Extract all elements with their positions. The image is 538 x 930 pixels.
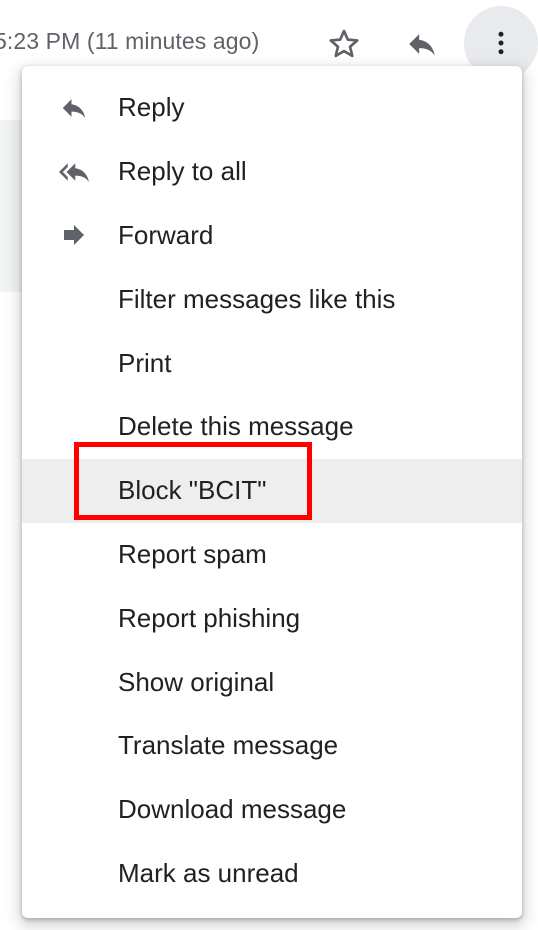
menu-item-reply[interactable]: Reply <box>22 76 522 140</box>
menu-item-download[interactable]: Download message <box>22 778 522 842</box>
menu-item-filter-messages[interactable]: Filter messages like this <box>22 267 522 331</box>
menu-item-label: Report phishing <box>118 602 301 633</box>
menu-item-label: Filter messages like this <box>118 283 396 314</box>
reply-icon <box>56 93 92 123</box>
menu-item-label: Translate message <box>118 730 339 761</box>
reply-button[interactable] <box>398 20 446 68</box>
menu-item-show-original[interactable]: Show original <box>22 650 522 714</box>
menu-item-report-spam[interactable]: Report spam <box>22 523 522 587</box>
menu-item-label: Show original <box>118 666 275 697</box>
more-vert-icon <box>498 31 504 55</box>
menu-item-label: Mark as unread <box>118 857 299 888</box>
menu-item-label: Report spam <box>118 538 267 569</box>
menu-item-print[interactable]: Print <box>22 331 522 395</box>
star-button[interactable] <box>320 20 368 68</box>
menu-item-label: Delete this message <box>118 411 354 442</box>
menu-item-label: Download message <box>118 794 347 825</box>
menu-item-reply-all[interactable]: Reply to all <box>22 140 522 204</box>
menu-item-label: Reply <box>118 92 185 123</box>
reply-all-icon <box>56 157 92 187</box>
menu-item-label: Reply to all <box>118 156 247 187</box>
menu-item-mark-unread[interactable]: Mark as unread <box>22 842 522 906</box>
menu-item-translate[interactable]: Translate message <box>22 714 522 778</box>
menu-item-label: Print <box>118 347 172 378</box>
menu-item-label: Forward <box>118 219 214 250</box>
menu-item-report-phishing[interactable]: Report phishing <box>22 586 522 650</box>
menu-item-forward[interactable]: Forward <box>22 204 522 268</box>
reply-icon <box>409 34 435 56</box>
message-timestamp: 5:23 PM (11 minutes ago) <box>0 28 260 54</box>
annotation-highlight-box <box>74 442 312 520</box>
forward-icon <box>56 220 92 250</box>
star-icon <box>329 29 359 58</box>
